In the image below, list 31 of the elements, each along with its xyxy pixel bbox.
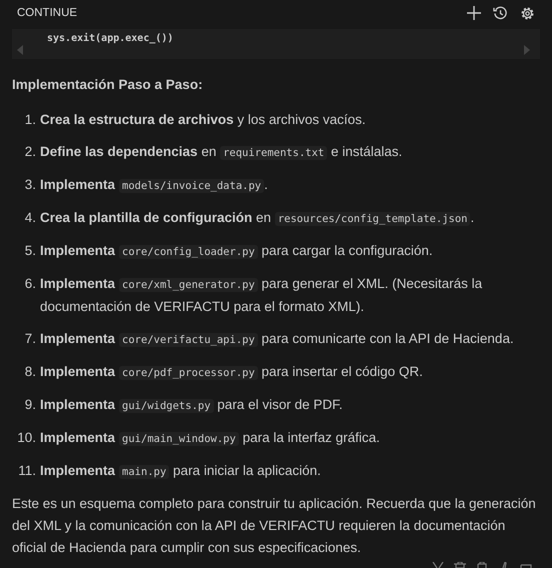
settings-icon[interactable] (520, 6, 535, 20)
step-text: Implementa main.py para iniciar la aplicación. (40, 462, 322, 481)
step-text: Define las dependencias en requirements.txt e instálalas. (40, 143, 404, 162)
panel-title: CONTINUE (17, 7, 78, 19)
summary-paragraph: Este es un esquema completo para construir tu aplicación. Recuerda que la generación del XML y la comunicación con la API de VERIFACTU requieren la documentación oficial de Hacienda para cumplir con sus especificaciones. (12, 495, 537, 557)
step-number: 7. (24, 330, 37, 348)
step-text: Crea la plantilla de configuración en resources/config_template.json . (40, 209, 476, 228)
code-line: sys.exit(app.exec_()) (46, 33, 174, 45)
step-text: Implementa gui/main_window.py para la interfaz gráfica. (40, 429, 381, 448)
step-number: 1. (24, 111, 37, 129)
step-number: 4. (24, 209, 37, 227)
step-number: 2. (24, 143, 37, 161)
step-text: Implementa models/invoice_data.py . (40, 176, 269, 195)
step-number: 6. (24, 275, 37, 293)
step-text: Implementa core/config_loader.py para cargar la configuración. (40, 242, 434, 261)
step-number: 5. (24, 242, 37, 260)
step-text: Implementa gui/widgets.py para el visor de PDF. (40, 396, 344, 415)
step-text: Implementa core/pdf_processor.py para insertar el código QR. (40, 363, 424, 382)
section-heading: Implementación Paso a Paso: (12, 76, 204, 94)
step-number: 9. (24, 396, 37, 414)
step-text: Implementa core/verifactu_api.py para comunicarte con la API de Hacienda. (40, 330, 515, 349)
step-number: 3. (24, 176, 37, 194)
plus-icon[interactable] (467, 6, 481, 20)
step-number: 11. (17, 462, 37, 480)
clipboard-icon[interactable] (476, 562, 488, 568)
history-icon[interactable] (493, 6, 508, 20)
step-number: 10. (16, 429, 37, 447)
step-text: Crea la estructura de archivos y los archivos vacíos. (40, 111, 367, 129)
step-text: Implementa core/xml_generator.py para generar el XML. (Necesitarás la documentación de VERIFACTU para el formato XML). (40, 275, 484, 316)
trash-icon[interactable] (454, 562, 466, 568)
step-number: 8. (24, 363, 37, 381)
